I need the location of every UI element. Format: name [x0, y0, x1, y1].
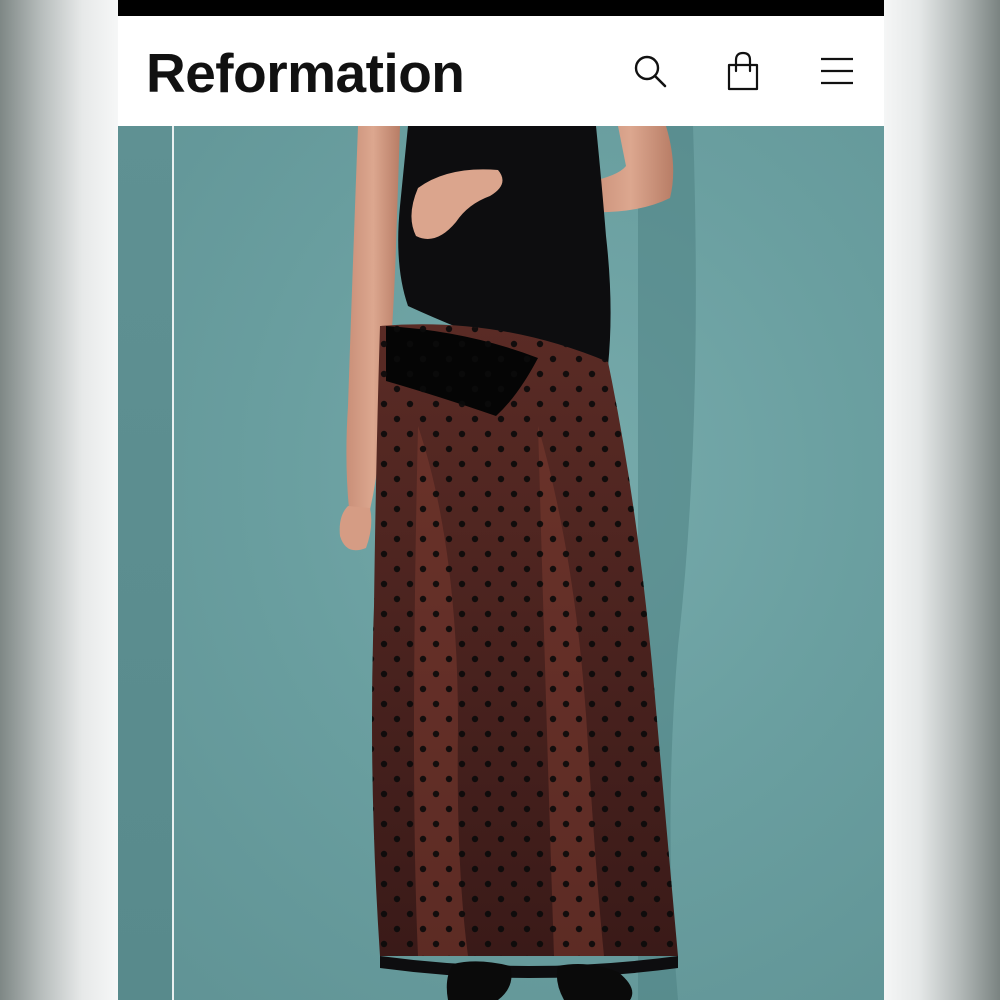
- shopping-bag-icon: [727, 51, 759, 91]
- hamburger-menu-icon: [821, 57, 853, 85]
- model-illustration: [339, 126, 696, 1000]
- phone-screen: Reformation: [118, 0, 884, 1000]
- status-bar: [118, 0, 884, 16]
- background-blur-right: [884, 0, 1000, 1000]
- brand-logo[interactable]: Reformation: [146, 38, 465, 108]
- search-button[interactable]: [625, 46, 675, 96]
- background-blur-left: [0, 0, 118, 1000]
- site-header: Reformation: [118, 16, 884, 126]
- search-icon: [634, 55, 667, 88]
- menu-button[interactable]: [812, 46, 862, 96]
- shopping-bag-button[interactable]: [718, 46, 768, 96]
- product-hero-image[interactable]: [118, 126, 884, 1000]
